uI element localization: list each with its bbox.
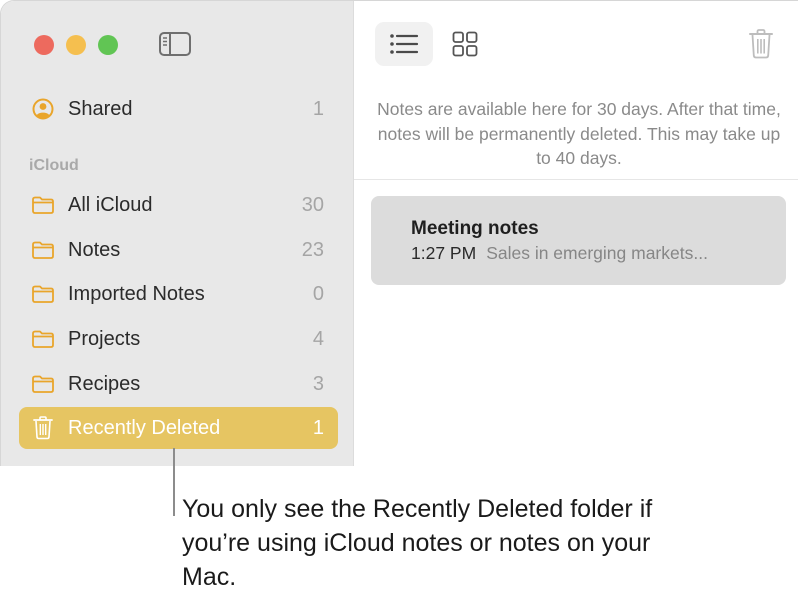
minimize-window-button[interactable] <box>66 35 86 55</box>
gallery-view-button[interactable] <box>436 22 494 66</box>
sidebar-item-all-icloud[interactable]: All iCloud 30 <box>19 184 338 226</box>
folder-icon <box>31 372 55 396</box>
sidebar-item-label: Projects <box>68 327 141 350</box>
sidebar-item-count: 4 <box>312 327 324 350</box>
note-title: Meeting notes <box>411 218 539 239</box>
person-circle-icon <box>31 97 55 121</box>
sidebar-item-label: All iCloud <box>68 193 153 216</box>
note-snippet: Sales in emerging markets... <box>486 243 708 263</box>
folder-icon <box>31 327 55 351</box>
sidebar-item-label: Recipes <box>68 372 141 395</box>
trash-icon <box>749 29 773 59</box>
sidebar-toggle-button[interactable] <box>158 31 192 57</box>
sidebar-item-label: Shared <box>68 97 133 120</box>
delete-note-button[interactable] <box>732 22 790 66</box>
notes-list-pane: Notes are available here for 30 days. Af… <box>354 1 798 466</box>
callout-text: You only see the Recently Deleted folder… <box>182 495 653 591</box>
section-header-icloud: iCloud <box>29 157 79 174</box>
sidebar-item-recipes[interactable]: Recipes 3 <box>19 363 338 405</box>
sidebar-item-label: Recently Deleted <box>68 416 221 439</box>
list-view-icon <box>390 34 419 54</box>
sidebar-item-count: 23 <box>301 238 324 261</box>
sidebar-item-projects[interactable]: Projects 4 <box>19 318 338 360</box>
sidebar-item-count: 30 <box>301 193 324 216</box>
sidebar-item-label: Imported Notes <box>68 282 205 305</box>
divider <box>354 179 798 180</box>
sidebar-item-label: Notes <box>68 238 121 261</box>
sidebar-item-count: 1 <box>312 416 324 439</box>
note-time: 1:27 PM <box>411 243 477 263</box>
folder-icon <box>31 238 55 262</box>
trash-icon <box>31 416 55 440</box>
folder-icon <box>31 282 55 306</box>
close-window-button[interactable] <box>34 35 54 55</box>
note-list-item[interactable]: Meeting notes 1:27 PM Sales in emerging m… <box>371 196 786 285</box>
sidebar-item-recently-deleted[interactable]: Recently Deleted 1 <box>19 407 338 449</box>
sidebar-item-count: 3 <box>312 372 324 395</box>
notes-window: Shared 1 iCloud All iCloud 30 Notes 23 I… <box>0 0 798 466</box>
traffic-lights <box>34 35 118 55</box>
zoom-window-button[interactable] <box>98 35 118 55</box>
folder-icon <box>31 193 55 217</box>
sidebar-item-imported-notes[interactable]: Imported Notes 0 <box>19 273 338 315</box>
gallery-view-icon <box>452 31 478 57</box>
note-meta: 1:27 PM Sales in emerging markets... <box>411 243 708 264</box>
callout-line <box>173 448 175 516</box>
sidebar-toggle-icon <box>159 32 191 56</box>
sidebar-item-notes[interactable]: Notes 23 <box>19 229 338 271</box>
sidebar-item-count: 0 <box>312 282 324 305</box>
list-view-button[interactable] <box>375 22 433 66</box>
recently-deleted-info: Notes are available here for 30 days. Af… <box>377 99 781 168</box>
sidebar: Shared 1 iCloud All iCloud 30 Notes 23 I… <box>1 1 354 466</box>
sidebar-item-count: 1 <box>312 97 324 120</box>
sidebar-item-shared[interactable]: Shared 1 <box>19 88 338 130</box>
